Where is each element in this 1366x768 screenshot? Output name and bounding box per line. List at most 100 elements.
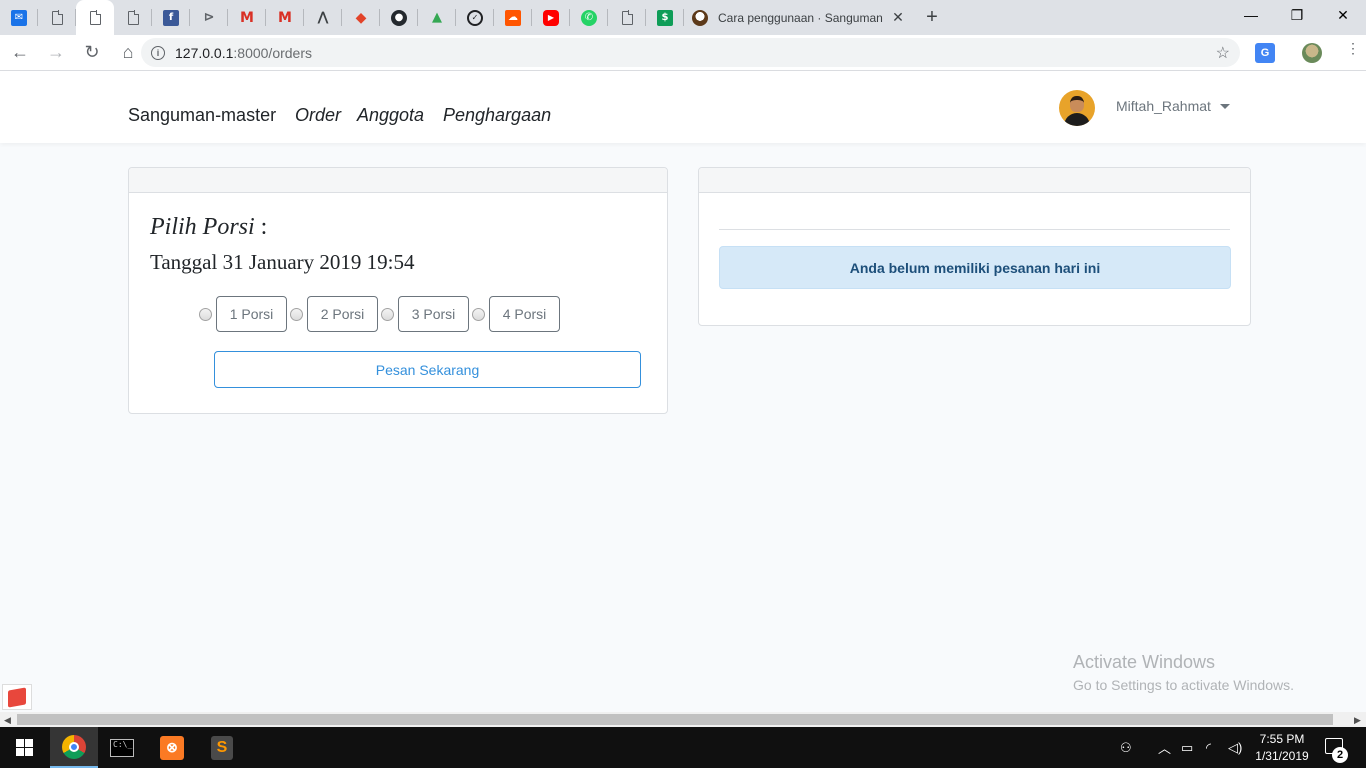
url-text: 127.0.0.1:8000/orders xyxy=(175,45,312,61)
back-button[interactable]: ← xyxy=(4,37,36,69)
soundcloud-icon: ☁ xyxy=(505,9,521,26)
status-divider xyxy=(719,229,1230,230)
user-avatar[interactable] xyxy=(1059,90,1095,126)
portion-option-2[interactable]: 2 Porsi xyxy=(307,296,378,332)
reload-button[interactable]: ↻ xyxy=(76,37,108,69)
pinned-tab-gmail-1[interactable]: M xyxy=(228,0,266,35)
horizontal-scrollbar[interactable]: ◀ ▶ xyxy=(0,712,1366,727)
page-icon xyxy=(51,10,63,25)
start-button[interactable] xyxy=(0,727,48,768)
taskbar-chrome[interactable] xyxy=(50,727,98,768)
scroll-left-arrow[interactable]: ◀ xyxy=(4,715,11,726)
translate-extension-icon[interactable]: G xyxy=(1255,43,1275,63)
windows-logo-icon xyxy=(15,739,33,756)
portion-radio-1[interactable] xyxy=(199,308,212,321)
pinned-tab-mail[interactable]: ✉ xyxy=(0,0,38,35)
no-order-alert: Anda belum memiliki pesanan hari ini xyxy=(719,246,1231,289)
home-button[interactable]: ⌂ xyxy=(112,37,144,69)
portion-radio-2[interactable] xyxy=(290,308,303,321)
nav-link-order[interactable]: Order xyxy=(295,105,341,126)
clock-time: 7:55 PM xyxy=(1259,732,1305,746)
pinned-tab-page-1[interactable] xyxy=(38,0,76,35)
youtube-icon: ▶ xyxy=(543,9,559,26)
user-dropdown-toggle[interactable]: Miftah_Rahmat xyxy=(1116,98,1211,114)
order-card-header xyxy=(129,168,667,193)
pinned-tab-page-3[interactable] xyxy=(608,0,646,35)
mail-icon: ✉ xyxy=(11,9,27,26)
pinned-tab-whatsapp[interactable]: ✆ xyxy=(570,0,608,35)
terminal-icon: C:\_ xyxy=(110,738,134,757)
portion-option-1[interactable]: 1 Porsi xyxy=(216,296,287,332)
pinned-tab-youtube[interactable]: ▶ xyxy=(532,0,570,35)
taskbar-xampp[interactable]: ⊗ xyxy=(148,727,196,768)
show-hidden-icons-chevron-icon[interactable]: ︿ xyxy=(1158,727,1171,768)
portion-option-3[interactable]: 3 Porsi xyxy=(398,296,469,332)
gmail-icon: M xyxy=(240,9,254,26)
nav-link-anggota[interactable]: Anggota xyxy=(357,105,424,126)
taskbar-cmd[interactable]: C:\_ xyxy=(98,727,146,768)
portion-radio-4[interactable] xyxy=(472,308,485,321)
avatar-head xyxy=(1070,96,1084,112)
laravel-debug-icon[interactable] xyxy=(2,684,32,710)
pinned-tab-facebook[interactable]: f xyxy=(152,0,190,35)
bookmark-star-icon[interactable]: ☆ xyxy=(1216,43,1230,63)
order-status-card: Anda belum memiliki pesanan hari ini xyxy=(698,167,1251,326)
chevron-down-icon[interactable] xyxy=(1220,104,1230,109)
close-window-button[interactable]: ✕ xyxy=(1320,0,1366,30)
avatar-body xyxy=(1064,113,1090,126)
page-viewport: Sanguman-master Order Anggota Penghargaa… xyxy=(0,71,1366,712)
pinned-tab-gmail-2[interactable]: M xyxy=(266,0,304,35)
taskbar-sublime[interactable]: S xyxy=(198,727,246,768)
pinned-tab-sheets[interactable]: $ xyxy=(646,0,684,35)
sublime-text-icon: S xyxy=(211,735,233,760)
url-host: 127.0.0.1 xyxy=(175,44,234,61)
pinned-tab-github[interactable]: ● xyxy=(380,0,418,35)
clock-date: 1/31/2019 xyxy=(1255,749,1309,763)
coffee-cup-icon xyxy=(692,9,708,26)
site-navbar: Sanguman-master Order Anggota Penghargaa… xyxy=(0,71,1366,143)
order-date: Tanggal 31 January 2019 19:54 xyxy=(150,250,415,274)
brand-link[interactable]: Sanguman-master xyxy=(128,105,276,126)
profile-avatar-icon[interactable] xyxy=(1302,43,1322,63)
pinned-tab-green[interactable]: ▲ xyxy=(418,0,456,35)
scroll-right-arrow[interactable]: ▶ xyxy=(1354,715,1361,726)
activate-windows-title: Activate Windows xyxy=(1073,652,1216,672)
info-icon[interactable]: i xyxy=(151,45,165,60)
pinned-tab-wifi[interactable]: ⋀ xyxy=(304,0,342,35)
forward-button[interactable]: → xyxy=(40,37,72,69)
choose-portion-heading: Pilih Porsi : xyxy=(150,214,267,241)
activate-windows-subtitle: Go to Settings to activate Windows. xyxy=(1073,677,1294,693)
order-now-button[interactable]: Pesan Sekarang xyxy=(214,351,641,388)
maximize-button[interactable]: ❐ xyxy=(1274,0,1320,30)
taskbar-clock[interactable]: 7:55 PM 1/31/2019 xyxy=(1252,731,1312,765)
tab-close-icon[interactable]: ✕ xyxy=(890,9,906,26)
volume-icon[interactable]: ◁) xyxy=(1228,727,1242,768)
battery-icon[interactable]: ▭ xyxy=(1181,727,1193,768)
address-bar[interactable]: i 127.0.0.1:8000/orders ☆ xyxy=(141,38,1240,67)
pinned-tab-clock[interactable]: ✓ xyxy=(456,0,494,35)
browser-menu-icon[interactable]: ⋮ xyxy=(1346,41,1360,65)
portion-option-4[interactable]: 4 Porsi xyxy=(489,296,560,332)
page-icon xyxy=(89,10,101,25)
nav-link-penghargaan[interactable]: Penghargaan xyxy=(443,105,551,126)
pinned-tab-page-2[interactable] xyxy=(114,0,152,35)
minimize-button[interactable]: — xyxy=(1228,0,1274,30)
new-tab-button[interactable]: + xyxy=(914,0,950,35)
pinned-tab-page-active[interactable] xyxy=(76,0,114,35)
pinned-tab-gitlab[interactable]: ◆ xyxy=(342,0,380,35)
choose-portion-colon: : xyxy=(254,214,268,240)
gmail-icon: M xyxy=(278,9,292,26)
pinned-tab-send[interactable]: ⊳ xyxy=(190,0,228,35)
pinned-tab-soundcloud[interactable]: ☁ xyxy=(494,0,532,35)
whatsapp-icon: ✆ xyxy=(581,9,597,26)
scrollbar-thumb[interactable] xyxy=(17,714,1333,725)
signal-icon: ⋀ xyxy=(317,10,329,25)
clock-icon: ✓ xyxy=(467,9,483,26)
tab-sanguman[interactable]: Cara penggunaan · Sanguman ✕ xyxy=(684,0,914,35)
github-icon: ● xyxy=(391,9,407,26)
page-icon xyxy=(621,10,633,25)
tab-title: Cara penggunaan · Sanguman xyxy=(718,10,883,25)
portion-radio-3[interactable] xyxy=(381,308,394,321)
people-icon[interactable]: ⚇ xyxy=(1120,727,1132,768)
wifi-icon[interactable]: ◜ xyxy=(1206,727,1211,768)
